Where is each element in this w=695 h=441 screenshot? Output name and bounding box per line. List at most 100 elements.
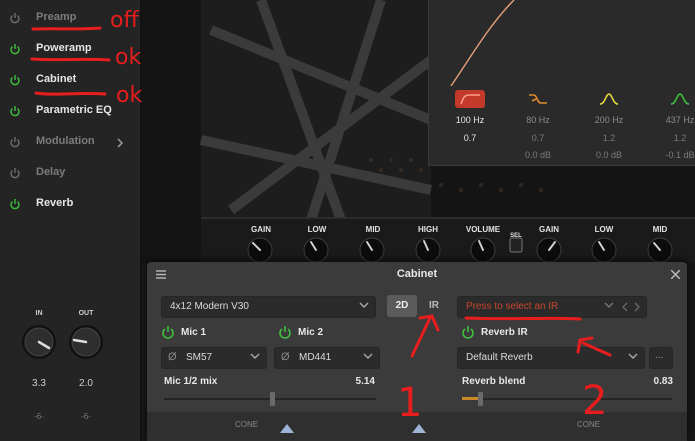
power-icon[interactable] [9,43,21,55]
parametric-eq-panel: 100 Hz 0.7 80 Hz 0.7 0.0 dB 200 Hz 1.2 0… [428,0,695,166]
eq-band-1[interactable]: 100 Hz 0.7 [441,88,499,160]
sidebar-item-label: Modulation [36,135,95,147]
eq-band-q: 1.2 [673,133,687,143]
sidebar-item-label: Preamp [36,11,77,23]
power-icon[interactable] [9,136,21,148]
chevron-left-icon[interactable] [622,302,628,312]
cabinet-model-value: 4x12 Modern V30 [170,301,249,312]
bell-icon[interactable] [665,90,695,108]
eq-band-4[interactable]: 437 Hz 1.2 -0.1 dB [651,88,695,160]
power-icon[interactable] [9,198,21,210]
close-icon[interactable] [671,270,680,279]
amp-high-label: HIGH [418,225,438,234]
mode-2d-button[interactable]: 2D [387,295,417,317]
mic2-model-select[interactable]: Ø MD441 [274,347,380,369]
ir-file-select[interactable]: Press to select an IR [457,296,647,318]
power-icon[interactable] [9,167,21,179]
low-shelf-icon[interactable] [523,90,553,108]
annotation-number-2: 2 [582,378,608,424]
bell-icon[interactable] [594,90,624,108]
reverb-preset-value: Default Reverb [466,352,533,363]
chevron-right-icon[interactable] [116,138,124,148]
output-gain-knob[interactable]: OUT 2.0 -6- [66,310,106,421]
power-icon[interactable] [9,74,21,86]
chevron-down-icon [363,353,373,359]
chevron-down-icon [628,353,638,359]
knob-scale: -6- [81,412,91,421]
eq-band-3[interactable]: 200 Hz 1.2 0.0 dB [580,88,638,160]
amp-mid-label: MID [365,225,381,234]
chevron-down-icon [359,302,369,308]
reverb-ir-label: Reverb IR [481,327,528,338]
reverb-blend-label: Reverb blend [462,376,526,387]
mic1-model-value: SM57 [186,352,213,363]
sidebar-item-reverb[interactable]: Reverb [0,190,140,220]
sidebar-item-label: Delay [36,166,66,178]
mic1-model-select[interactable]: Ø SM57 [161,347,267,369]
eq-band-gain: 0.0 dB [524,150,552,160]
mode-2d-label: 2D [395,300,409,311]
reverb-blend-slider-thumb[interactable] [478,392,483,406]
mic-mix-slider-thumb[interactable] [270,392,275,406]
eq-band-freq: 437 Hz [665,115,695,125]
ir-file-value: Press to select an IR [466,301,559,312]
mic-mix-value: 5.14 [355,376,375,387]
cabinet-panel-title: Cabinet [396,268,438,280]
power-icon[interactable] [9,12,21,24]
reverb-more-button[interactable]: ... [649,347,673,369]
input-gain-knob[interactable]: IN 3.3 -6- [19,310,59,421]
mic1-label: Mic 1 [181,327,207,338]
reverb-blend-value: 0.83 [653,376,673,387]
power-icon[interactable] [9,105,21,117]
sidebar-item-label: Reverb [36,197,74,209]
annotation-cabinet-ok: ok [116,83,143,108]
amp-low-label: LOW [307,225,327,234]
cabinet-model-select[interactable]: 4x12 Modern V30 [161,296,376,318]
phase-icon[interactable]: Ø [168,351,177,363]
amp-gain-label: GAIN [251,225,271,234]
sidebar-item-modulation[interactable]: Modulation [0,128,140,158]
knob-scale: -6- [34,412,44,421]
sidebar-item-label: Poweramp [36,42,92,54]
knob-caption: OUT [78,310,94,317]
sidebar-item-delay[interactable]: Delay [0,159,140,189]
knob-caption: IN [35,310,43,317]
knob-value: 2.0 [79,378,93,389]
sidebar-item-label: Parametric EQ [36,104,112,116]
amp-low2-label: LOW [594,225,614,234]
chevron-down-icon [604,302,614,308]
mode-ir-label: IR [429,300,439,311]
phase-icon[interactable]: Ø [281,351,290,363]
amp-mid2-label: MID [652,225,668,234]
eq-band-freq: 80 Hz [526,115,550,125]
knob-icon[interactable] [21,324,57,360]
low-cut-icon[interactable] [455,90,485,108]
eq-band-gain: 0.0 dB [595,150,623,160]
knob-icon[interactable] [68,324,104,360]
chevron-right-icon[interactable] [634,302,640,312]
chevron-down-icon [250,353,260,359]
knob-value: 3.3 [32,378,46,389]
sidebar-item-label: Cabinet [36,73,77,85]
mic2-label: Mic 2 [298,327,324,338]
reverb-preset-select[interactable]: Default Reverb [457,347,645,369]
eq-band-2[interactable]: 80 Hz 0.7 0.0 dB [509,88,567,160]
eq-band-q: 0.7 [531,133,545,143]
mode-ir-button[interactable]: IR [421,295,447,317]
eq-band-gain: -0.1 dB [665,150,695,160]
eq-band-q: 1.2 [602,133,616,143]
mic1-power-icon[interactable] [161,325,175,339]
reverb-ir-power-icon[interactable] [461,325,475,339]
amp-gain2-label: GAIN [539,225,559,234]
mic2-power-icon[interactable] [278,325,292,339]
cone-label-left: CONE [235,420,259,429]
mic-mix-label: Mic 1/2 mix [164,376,218,387]
eq-curve-graph[interactable] [429,0,695,86]
eq-band-freq: 100 Hz [455,115,485,125]
eq-band-q: 0.7 [463,133,477,143]
reverb-blend-slider[interactable] [462,398,672,400]
mic-position-marker-icon[interactable] [280,424,294,433]
eq-band-freq: 200 Hz [594,115,624,125]
mic2-model-value: MD441 [299,352,332,363]
reverb-more-label: ... [655,350,664,361]
